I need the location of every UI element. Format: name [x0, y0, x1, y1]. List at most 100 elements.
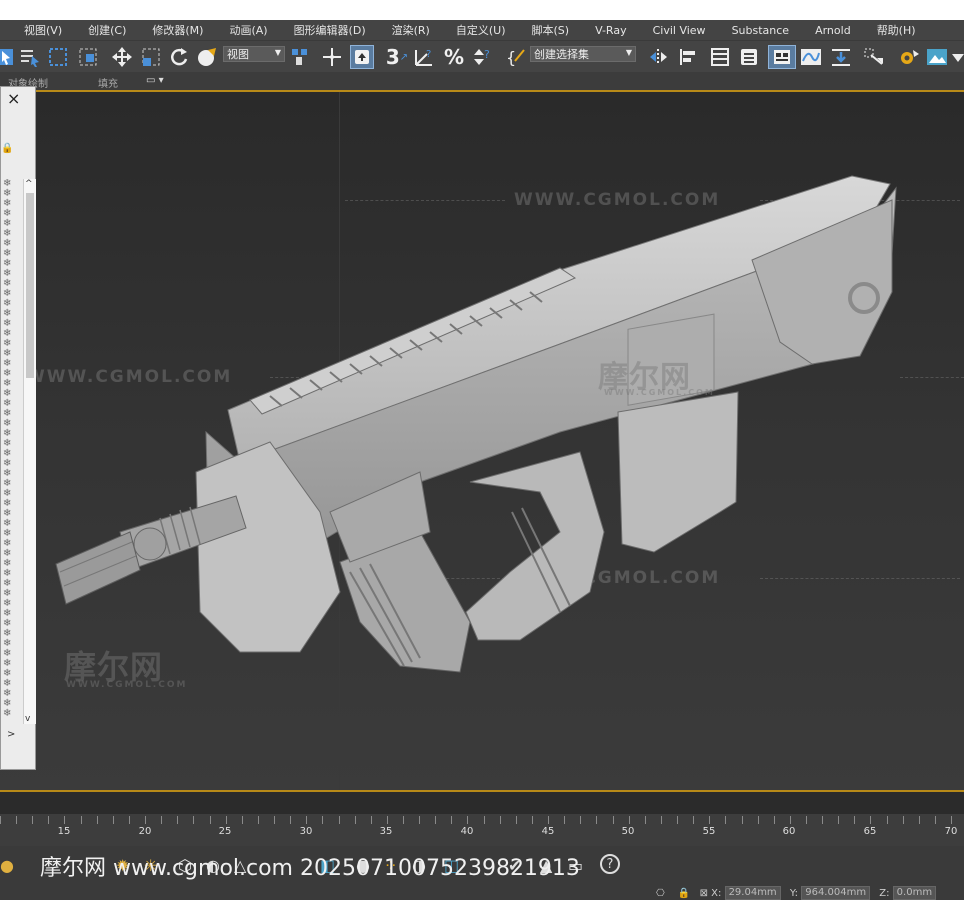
z-coordinate-field[interactable]: 0.0mm [892, 886, 937, 900]
select-link-icon[interactable] [320, 45, 344, 69]
y-coordinate-field[interactable]: 964.004mm [801, 886, 871, 900]
menu-animation[interactable]: 动画(A) [216, 22, 280, 38]
reference-coordinate-value: 视图 [227, 48, 249, 61]
timeline-tick [387, 816, 388, 824]
sun-icon[interactable]: ● [0, 856, 14, 875]
mirror-icon[interactable] [646, 45, 672, 69]
close-icon[interactable]: × [7, 89, 20, 108]
align-icon[interactable] [676, 45, 700, 69]
x-label: X: [711, 888, 722, 899]
svg-text:{: { [506, 48, 516, 67]
isolate-icon[interactable]: ⎔ [656, 888, 665, 899]
menu-view[interactable]: 视图(V) [0, 22, 75, 38]
spinner-snap-icon[interactable]: ? [470, 45, 494, 69]
expand-icon[interactable]: > [7, 729, 15, 740]
timeline-tick [580, 816, 581, 824]
move-icon[interactable] [110, 45, 134, 69]
main-toolbar: 视图 ▼ 3 ↗ ? % ? { 创建选择集 ▼ [0, 40, 964, 73]
timeline-tick [274, 816, 275, 824]
perspective-viewport[interactable]: WWW.CGMOL.COM WWW.CGMOL.COM WWW.CGMOL.CO… [0, 90, 964, 792]
pivot-center-icon[interactable] [288, 45, 314, 69]
timeline-tick [435, 816, 436, 824]
menu-arnold[interactable]: Arnold [802, 24, 864, 37]
percent-snap-icon[interactable]: % [442, 45, 466, 69]
rendered-frame-window-icon[interactable] [925, 45, 949, 69]
time-ruler[interactable]: 15 20 25 30 35 40 45 50 55 60 65 70 [0, 814, 964, 840]
timeline-tick [371, 816, 372, 824]
window-crossing-icon[interactable] [76, 45, 104, 69]
menu-substance[interactable]: Substance [719, 24, 803, 37]
snaps-toggle-icon[interactable]: 3 ↗ [384, 45, 410, 69]
menu-rendering[interactable]: 渲染(R) [379, 22, 443, 38]
curve-editor-icon[interactable] [798, 45, 824, 69]
timeline-tick [903, 816, 904, 824]
menu-graph-editors[interactable]: 图形编辑器(D) [281, 22, 379, 38]
svg-text:?: ? [484, 48, 490, 61]
timeline-tick [854, 816, 855, 824]
angle-snap-icon[interactable]: ? [412, 45, 438, 69]
timeline-tick [822, 816, 823, 824]
menu-scripting[interactable]: 脚本(S) [519, 22, 583, 38]
rect-selection-region-icon[interactable] [46, 45, 70, 69]
menu-modifiers[interactable]: 修改器(M) [139, 22, 216, 38]
overlay-watermark-text: 摩尔网 www.cgmol.com 20250710075239821913 [40, 856, 580, 881]
watermark-logo-lower-left-sub: WWW.CGMOL.COM [66, 680, 188, 690]
scene-explorer-panel: × 🔒 ❄ ❄ ❄ ❄ ❄ ❄ ❄ ❄ ❄ ❄ ❄ ❄ ❄ ❄ ❄ ❄ ❄ ❄ ❄ ❄ ❄ ❄ ❄ ❄ ❄ ❄ ❄ ❄ ❄ ❄ ❄ ❄ ❄ ❄ ❄ ❄… [0, 86, 36, 770]
menu-help[interactable]: 帮助(H) [864, 22, 929, 38]
schematic-view-icon[interactable] [828, 45, 854, 69]
top-strip [0, 0, 964, 20]
timeline-tick [64, 816, 65, 824]
lock-selection-icon[interactable]: 🔒 [678, 888, 690, 899]
scroll-up-icon[interactable]: ^ [25, 179, 33, 189]
timeline-frame-label: 70 [944, 826, 958, 837]
ribbon-toggle-icon[interactable] [768, 45, 796, 69]
list-item-freeze-icon[interactable]: ❄ [1, 709, 23, 719]
menu-create[interactable]: 创建(C) [75, 22, 139, 38]
select-manipulate-icon[interactable] [139, 45, 163, 69]
timeline[interactable]: 15 20 25 30 35 40 45 50 55 60 65 70 [0, 814, 964, 846]
select-object-icon[interactable] [0, 45, 14, 69]
fill-tab[interactable]: 填充 [98, 75, 118, 90]
timeline-tick [97, 816, 98, 824]
timeline-tick [258, 816, 259, 824]
timeline-tick [145, 816, 146, 824]
timeline-frame-label: 15 [57, 826, 71, 837]
snaps-toggle-label: 3 [385, 45, 400, 69]
scrollbar-thumb[interactable] [26, 193, 34, 378]
select-by-name-icon[interactable] [18, 45, 42, 69]
timeline-tick [355, 816, 356, 824]
menu-civil-view[interactable]: Civil View [640, 24, 719, 37]
help-icon[interactable]: ? [600, 854, 620, 874]
absolute-mode-icon[interactable]: ⊠ [700, 888, 708, 899]
timeline-tick [613, 816, 614, 824]
scroll-down-icon[interactable]: v [25, 714, 30, 724]
timeline-frame-label: 50 [621, 826, 635, 837]
material-editor-icon[interactable] [862, 45, 886, 69]
menu-vray[interactable]: V-Ray [582, 24, 640, 37]
keyboard-shortcut-override-icon[interactable] [350, 45, 374, 69]
reference-coordinate-dropdown[interactable]: 视图 ▼ [223, 46, 285, 62]
timeline-tick [838, 816, 839, 824]
edit-named-selection-icon[interactable]: { [505, 45, 529, 69]
menu-customize[interactable]: 自定义(U) [443, 22, 519, 38]
render-production-icon[interactable] [952, 45, 964, 69]
timeline-tick [193, 816, 194, 824]
timeline-tick [161, 816, 162, 824]
named-selection-set-dropdown[interactable]: 创建选择集 ▼ [530, 46, 636, 62]
render-setup-icon[interactable] [896, 45, 922, 69]
scene-explorer-icon[interactable] [708, 45, 732, 69]
ribbon-options-icon[interactable]: ▭ ▾ [146, 75, 164, 86]
svg-text:?: ? [426, 49, 431, 60]
status-bar: ● ✹ ✳ ⬡ ◐ △ ◧ ● ⁘ ◑ ◫ ✔ ▲ ▭ 摩尔网 www.cgmo… [0, 846, 964, 900]
lock-icon[interactable]: 🔒 [1, 143, 13, 154]
timeline-frame-label: 35 [379, 826, 393, 837]
timeline-tick [0, 816, 1, 824]
object-list[interactable]: ❄ ❄ ❄ ❄ ❄ ❄ ❄ ❄ ❄ ❄ ❄ ❄ ❄ ❄ ❄ ❄ ❄ ❄ ❄ ❄ ❄ ❄ ❄ ❄ ❄ ❄ ❄ ❄ ❄ ❄ ❄ ❄ ❄ ❄ ❄ ❄ ❄ ❄ ❄ ❄… [1, 179, 23, 724]
rotate-icon[interactable] [168, 45, 190, 69]
timeline-tick [870, 816, 871, 824]
scale-icon[interactable] [195, 45, 219, 69]
x-coordinate-field[interactable]: 29.04mm [724, 886, 781, 900]
timeline-tick [887, 816, 888, 824]
layer-explorer-icon[interactable] [737, 45, 761, 69]
scrollbar[interactable]: ^ v [23, 179, 36, 724]
